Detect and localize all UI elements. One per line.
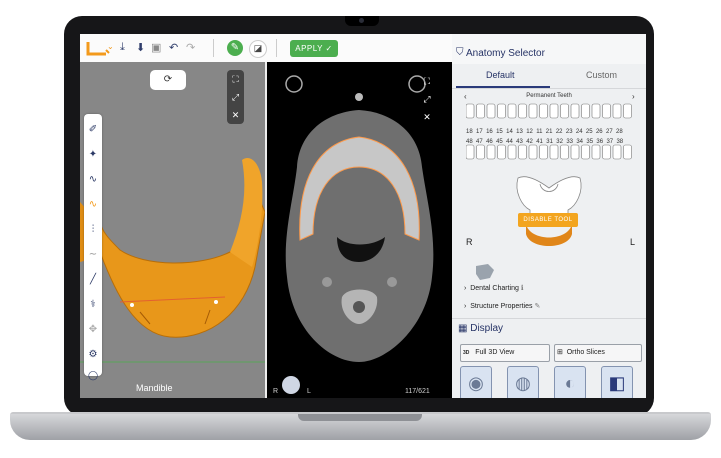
- side-left-label: L: [630, 237, 636, 247]
- close-view-icon[interactable]: ✕: [420, 108, 434, 126]
- tab-default[interactable]: Default: [486, 70, 515, 80]
- side-right-label: R: [466, 237, 473, 247]
- top-toolbar: ⌄ ⤓ ⬇ ▣ ↶ ↷ ✎ ◪ APPLY ✓: [80, 34, 452, 63]
- structure-thumbnail: [476, 264, 494, 280]
- view-controls: ⛶ ⤢ ✕: [227, 70, 244, 124]
- expand-icon[interactable]: ⤢: [420, 90, 434, 108]
- undo-icon[interactable]: ↶: [169, 41, 178, 54]
- view-thumb-sagittal[interactable]: ◧: [601, 366, 633, 398]
- orientation-left-label: L: [307, 388, 311, 395]
- view-thumb-axial[interactable]: ◍: [507, 366, 539, 398]
- viewport-3d[interactable]: ⟳ ⛶ ⤢ ✕ ✐ ✦ ∿ ∿ ⫶ ∼ ╱ ⚕ ✥ ⚙ ◯ Mandible: [80, 62, 265, 398]
- view-thumb-3d-head[interactable]: ◉: [460, 366, 492, 398]
- tab-separator: [452, 88, 646, 89]
- viewport-ct-axial[interactable]: ⛶ ⤢ ✕ R L 117/621: [267, 62, 452, 398]
- move-icon[interactable]: ✥: [84, 324, 102, 335]
- ortho-slices-button[interactable]: ⊞ Ortho Slices: [554, 344, 642, 362]
- logo-chevron-icon[interactable]: ⌄: [107, 42, 114, 51]
- close-view-icon[interactable]: ✕: [227, 106, 244, 124]
- pen-icon[interactable]: ╱: [84, 274, 102, 285]
- fit-view-icon[interactable]: ⛶: [420, 72, 434, 90]
- disable-tool-button[interactable]: DISABLE TOOL: [518, 213, 578, 227]
- curve-tool-icon[interactable]: ∿: [84, 199, 102, 210]
- tooth-icon: ⛉: [456, 47, 464, 58]
- next-arrow-icon[interactable]: ›: [632, 92, 635, 101]
- structure-properties-row[interactable]: › Structure Properties ✎: [464, 302, 540, 310]
- panel-title: Anatomy Selector: [466, 48, 545, 59]
- full-3d-view-button[interactable]: 3D Full 3D View: [460, 344, 550, 362]
- ct-view-controls: ⛶ ⤢ ✕: [420, 72, 434, 126]
- orientation-right-label: R: [273, 388, 279, 395]
- section-separator: [452, 318, 646, 319]
- panel-header: ⛉ Anatomy Selector: [452, 34, 646, 64]
- lower-teeth-numbers: 48 47 46 45 44 43 42 41 31 32 33 34 35 3…: [466, 139, 624, 145]
- apply-button[interactable]: APPLY ✓: [290, 40, 338, 57]
- gear-icon[interactable]: ⚙: [84, 349, 102, 360]
- display-section-title: ▦ Display: [458, 323, 504, 334]
- pencil-tool-button[interactable]: ✎: [227, 40, 243, 56]
- laptop-groove: [298, 414, 422, 421]
- view-thumb-coronal[interactable]: ◐: [554, 366, 586, 398]
- tab-custom[interactable]: Custom: [586, 70, 617, 80]
- side-toolbar: ✐ ✦ ∿ ∿ ⫶ ∼ ╱ ⚕ ✥ ⚙ ◯: [84, 114, 102, 380]
- brush-icon[interactable]: ✐: [84, 124, 102, 135]
- import-icon[interactable]: ⬇: [136, 41, 145, 54]
- camera-icon: [359, 18, 364, 23]
- grid-icon: ⊞: [556, 349, 563, 356]
- nerve-tool-icon[interactable]: ⚕: [84, 299, 102, 310]
- structure-label: Mandible: [136, 383, 173, 393]
- anatomy-panel: ⛉ Anatomy Selector Default Custom ‹ Perm…: [452, 34, 646, 398]
- drop-icon[interactable]: ◯: [84, 370, 102, 381]
- split-icon[interactable]: ⫶: [84, 224, 102, 235]
- upper-teeth-numbers: 18 17 16 15 14 13 12 11 21 22 23 24 25 2…: [466, 129, 623, 135]
- skull-anatomy-diagram[interactable]: [512, 172, 586, 252]
- redo-icon[interactable]: ↷: [186, 41, 195, 54]
- orientation-head-icon: [282, 376, 300, 394]
- slice-counter: 117/621: [405, 388, 430, 395]
- wave-icon[interactable]: ∼: [84, 249, 102, 260]
- fit-view-icon[interactable]: ⛶: [227, 70, 244, 88]
- toolbar-divider: [213, 39, 214, 57]
- rotate-view-button[interactable]: ⟳: [150, 70, 186, 90]
- grid-icon: ▦: [458, 323, 468, 334]
- spline-icon[interactable]: ∿: [84, 174, 102, 185]
- dental-charting-row[interactable]: › Dental Charting ℹ: [464, 284, 524, 292]
- download-icon[interactable]: ⤓: [120, 41, 125, 54]
- app-screen: ⌄ ⤓ ⬇ ▣ ↶ ↷ ✎ ◪ APPLY ✓ ⟳ ⛶ ⤢ ✕ ✐ ✦ ∿ ∿ …: [80, 34, 646, 398]
- save-icon[interactable]: ▣: [151, 41, 161, 54]
- expand-icon[interactable]: ⤢: [227, 88, 244, 106]
- eraser-tool-button[interactable]: ◪: [249, 40, 267, 58]
- teeth-set-label: Permanent Teeth: [526, 93, 572, 99]
- magic-wand-icon[interactable]: ✦: [84, 149, 102, 160]
- toolbar-divider: [276, 39, 277, 57]
